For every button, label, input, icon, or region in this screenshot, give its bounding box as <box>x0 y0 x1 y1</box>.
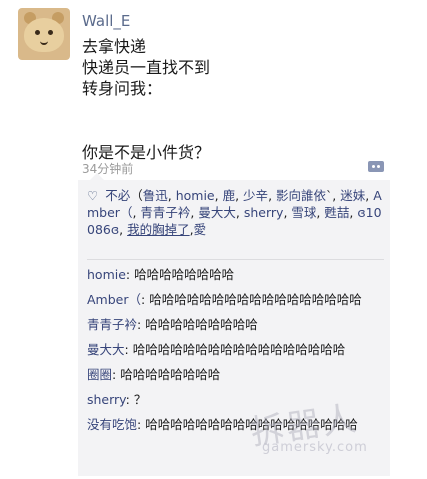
like-user-name[interactable]: 鲁迅 <box>143 188 168 203</box>
like-user-name[interactable]: 迷妹 <box>340 188 365 203</box>
comment-menu-icon[interactable] <box>368 161 384 172</box>
comment-row[interactable]: 青青子衿: 哈哈哈哈哈哈哈哈哈 <box>87 316 385 333</box>
like-user-name[interactable]: 影向誰依 <box>276 188 326 203</box>
comment-colon: : <box>141 292 150 307</box>
comment-author[interactable]: 青青子衿 <box>87 317 137 332</box>
comment-author[interactable]: 圈圈 <box>87 367 112 382</box>
heart-icon: ♡ <box>87 188 99 203</box>
like-user-name[interactable]: sherry <box>244 205 284 220</box>
avatar-eye-right <box>48 30 53 35</box>
like-user-name[interactable]: 青青子衿 <box>140 205 190 220</box>
likes-list: ♡ 不必（鲁迅, homie, 鹿, 少辛, 影向誰依`, 迷妹, Amber（… <box>87 187 385 238</box>
comment-text: 哈哈哈哈哈哈哈哈 <box>120 367 221 382</box>
like-user-name[interactable]: 雪球 <box>291 205 316 220</box>
like-separator: , <box>214 188 223 203</box>
comment-author[interactable]: homie <box>87 267 126 282</box>
like-user-name[interactable]: 鹿 <box>223 188 236 203</box>
avatar-eye-left <box>35 30 40 35</box>
comment-colon: : <box>137 317 146 332</box>
avatar-face <box>24 18 64 52</box>
like-separator: , <box>167 188 176 203</box>
like-user-name[interactable]: 不必 <box>105 188 130 203</box>
comment-author[interactable]: sherry <box>87 392 126 407</box>
post-username[interactable]: Wall_E <box>82 12 130 30</box>
comment-text: 哈哈哈哈哈哈哈哈 <box>134 267 235 282</box>
post-content: 去拿快递 快递员一直找不到 转身问我： 你是不是小件货？ <box>82 36 210 163</box>
comment-colon: : <box>137 417 146 432</box>
post-spacer <box>82 99 210 142</box>
like-user-name[interactable]: 曼大大 <box>198 205 236 220</box>
like-separator: （ <box>130 188 143 203</box>
post-line: 转身问我： <box>82 79 163 98</box>
like-separator: , <box>365 188 374 203</box>
comment-row[interactable]: homie: 哈哈哈哈哈哈哈哈 <box>87 266 385 283</box>
like-separator: , <box>235 188 244 203</box>
comment-author[interactable]: Amber（ <box>87 292 141 307</box>
like-user-name[interactable]: 少辛 <box>243 188 268 203</box>
watermark-url: gamersky.com <box>262 440 368 455</box>
like-separator: , <box>235 205 244 220</box>
like-separator: , <box>268 188 277 203</box>
comment-text: 哈哈哈哈哈哈哈哈哈 <box>145 317 258 332</box>
comment-row[interactable]: Amber（: 哈哈哈哈哈哈哈哈哈哈哈哈哈哈哈哈哈 <box>87 291 385 308</box>
comment-colon: : <box>125 392 134 407</box>
comment-text: ？ <box>133 392 147 407</box>
like-user-name[interactable]: 我的胸掉了 <box>127 222 190 237</box>
comment-colon: : <box>124 342 133 357</box>
like-user-name[interactable]: homie <box>176 188 215 203</box>
divider <box>87 259 384 260</box>
comment-text: 哈哈哈哈哈哈哈哈哈哈哈哈哈哈哈哈哈 <box>149 292 362 307</box>
comment-author[interactable]: 没有吃饱 <box>87 417 137 432</box>
like-user-name[interactable]: 愛 <box>194 222 207 237</box>
comment-colon: : <box>125 267 135 282</box>
comment-text: 哈哈哈哈哈哈哈哈哈哈哈哈哈哈哈哈哈 <box>132 342 346 357</box>
like-separator: , <box>119 222 128 237</box>
avatar[interactable] <box>18 8 70 60</box>
post-line: 去拿快递 <box>82 37 147 56</box>
post-line: 快递员一直找不到 <box>82 58 211 77</box>
comment-colon: : <box>112 367 121 382</box>
comment-author[interactable]: 曼大大 <box>87 342 125 357</box>
comment-row[interactable]: 曼大大: 哈哈哈哈哈哈哈哈哈哈哈哈哈哈哈哈哈 <box>87 341 385 358</box>
like-user-name[interactable]: 甦喆 <box>324 205 349 220</box>
like-separator: `, <box>326 188 341 203</box>
comment-row[interactable]: 圈圈: 哈哈哈哈哈哈哈哈 <box>87 366 385 383</box>
